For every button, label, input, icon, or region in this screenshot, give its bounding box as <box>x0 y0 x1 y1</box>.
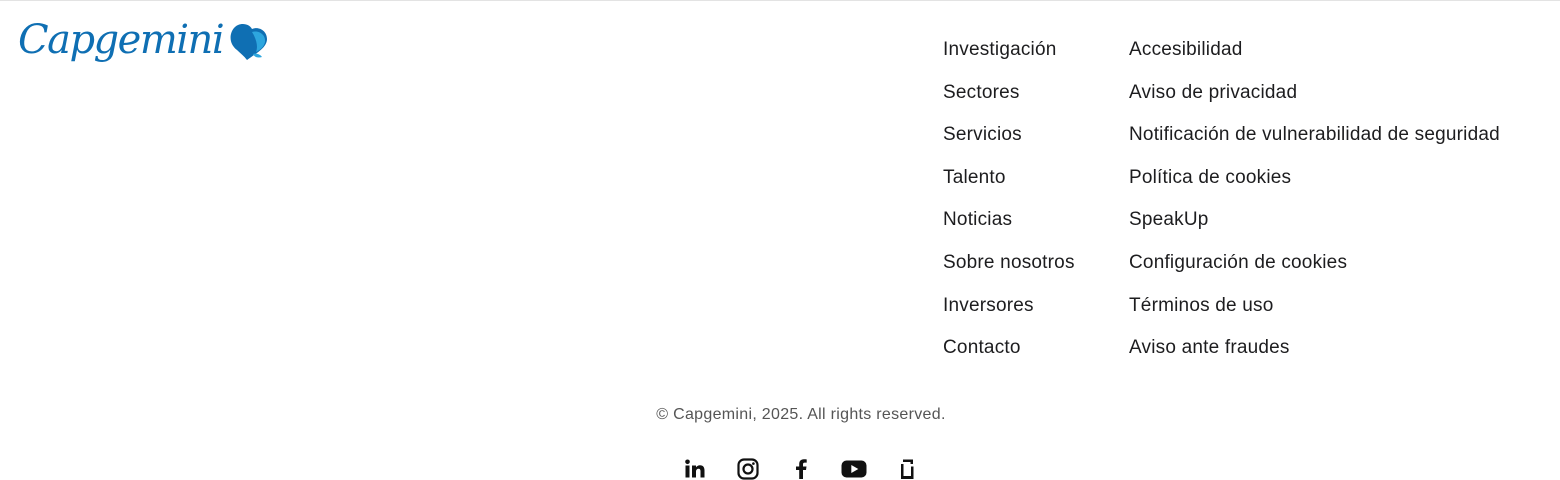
link-talento[interactable]: Talento <box>943 167 1006 188</box>
footer-link-item: Términos de uso <box>1129 292 1500 335</box>
footer-link-item: Aviso ante fraudes <box>1129 334 1500 377</box>
footer-nav-column-1: Investigación Sectores Servicios Talento… <box>943 36 1075 377</box>
link-sectores[interactable]: Sectores <box>943 82 1020 103</box>
link-speakup[interactable]: SpeakUp <box>1129 209 1209 230</box>
footer-link-item: Sectores <box>943 79 1075 122</box>
footer-link-item: Configuración de cookies <box>1129 249 1500 292</box>
instagram-icon[interactable] <box>735 456 761 480</box>
link-vulnerabilidad-seguridad[interactable]: Notificación de vulnerabilidad de seguri… <box>1129 124 1500 145</box>
link-contacto[interactable]: Contacto <box>943 337 1021 358</box>
linkedin-icon[interactable] <box>682 456 708 480</box>
link-investigacion[interactable]: Investigación <box>943 39 1057 60</box>
footer-link-item: Notificación de vulnerabilidad de seguri… <box>1129 121 1500 164</box>
link-configuracion-cookies[interactable]: Configuración de cookies <box>1129 252 1347 273</box>
footer-link-item: Talento <box>943 164 1075 207</box>
footer-link-item: Aviso de privacidad <box>1129 79 1500 122</box>
link-politica-cookies[interactable]: Política de cookies <box>1129 167 1291 188</box>
footer-link-item: Sobre nosotros <box>943 249 1075 292</box>
footer-link-item: Inversores <box>943 292 1075 335</box>
footer-link-item: Política de cookies <box>1129 164 1500 207</box>
footer-link-item: Servicios <box>943 121 1075 164</box>
link-terminos-uso[interactable]: Términos de uso <box>1129 295 1274 316</box>
facebook-icon[interactable] <box>788 456 814 480</box>
glassdoor-icon[interactable] <box>894 456 920 480</box>
capgemini-spade-icon <box>225 20 269 67</box>
link-inversores[interactable]: Inversores <box>943 295 1034 316</box>
footer-link-item: SpeakUp <box>1129 206 1500 249</box>
capgemini-logo-link[interactable]: Capgemini <box>18 18 269 67</box>
footer-nav-column-2: Accesibilidad Aviso de privacidad Notifi… <box>1129 36 1500 377</box>
link-sobre-nosotros[interactable]: Sobre nosotros <box>943 252 1075 273</box>
link-aviso-privacidad[interactable]: Aviso de privacidad <box>1129 82 1297 103</box>
link-aviso-fraudes[interactable]: Aviso ante fraudes <box>1129 337 1290 358</box>
footer-link-item: Investigación <box>943 36 1075 79</box>
link-accesibilidad[interactable]: Accesibilidad <box>1129 39 1243 60</box>
footer-top-border <box>0 0 1560 1</box>
footer-link-item: Accesibilidad <box>1129 36 1500 79</box>
footer-link-item: Noticias <box>943 206 1075 249</box>
link-noticias[interactable]: Noticias <box>943 209 1012 230</box>
social-links <box>682 456 947 480</box>
footer-link-item: Contacto <box>943 334 1075 377</box>
youtube-icon[interactable] <box>841 456 867 480</box>
link-servicios[interactable]: Servicios <box>943 124 1022 145</box>
logo-wordmark: Capgemini <box>18 17 225 63</box>
copyright-text: © Capgemini, 2025. All rights reserved. <box>656 406 946 423</box>
